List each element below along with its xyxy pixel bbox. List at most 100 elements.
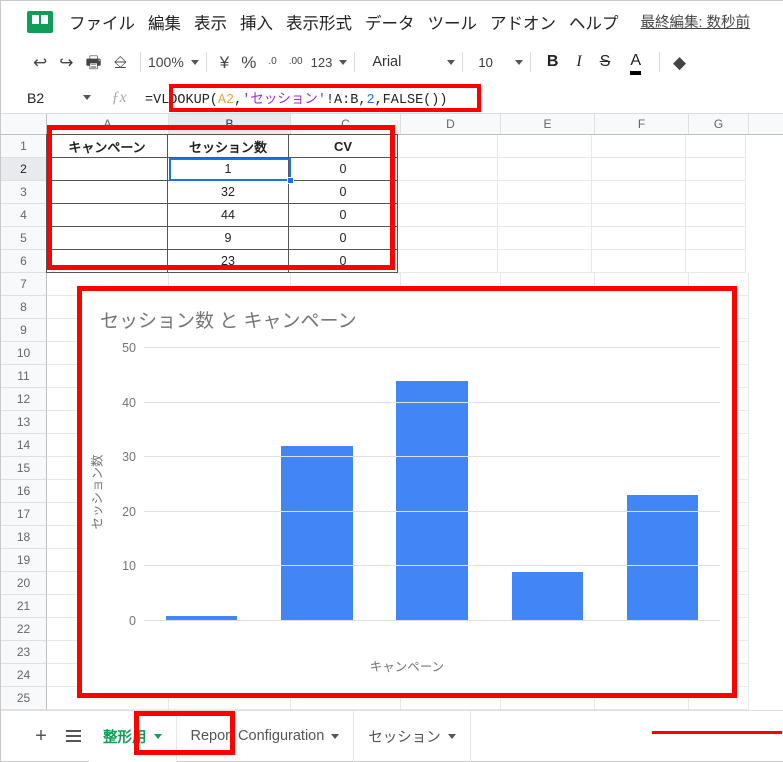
cell-E5[interactable] — [498, 227, 592, 250]
table-row[interactable]: 90 — [46, 226, 783, 250]
chart-bar[interactable] — [396, 380, 468, 621]
row-header-23[interactable]: 23 — [1, 641, 47, 664]
row-header-5[interactable]: 5 — [1, 227, 47, 250]
menu-item-addons[interactable]: アドオン — [490, 10, 556, 34]
row-header-20[interactable]: 20 — [1, 572, 47, 595]
italic-button[interactable]: I — [576, 53, 581, 71]
row-header-17[interactable]: 17 — [1, 503, 47, 526]
cell-D1[interactable] — [398, 135, 498, 158]
cell-E1[interactable] — [498, 135, 592, 158]
cell-A6[interactable] — [46, 249, 168, 273]
row-header-10[interactable]: 10 — [1, 342, 47, 365]
cell-F3[interactable] — [592, 181, 686, 204]
cell-F6[interactable] — [592, 250, 686, 273]
menu-item-view[interactable]: 表示 — [194, 10, 227, 34]
chevron-down-icon[interactable] — [447, 59, 456, 65]
cell-D2[interactable] — [398, 158, 498, 181]
percent-format-button[interactable]: % — [241, 54, 256, 71]
cell-C1[interactable]: CV — [288, 134, 398, 158]
cell-G6[interactable] — [686, 250, 746, 273]
column-header-e[interactable]: E — [501, 114, 595, 134]
fill-handle[interactable] — [287, 177, 294, 184]
paint-format-icon[interactable]: ⎒ — [114, 54, 127, 71]
chart-bar[interactable] — [511, 571, 583, 621]
row-header-11[interactable]: 11 — [1, 365, 47, 388]
table-row[interactable]: 10 — [46, 157, 783, 181]
cell-C5[interactable]: 0 — [288, 226, 398, 250]
all-sheets-icon[interactable] — [57, 726, 89, 746]
cell-B3[interactable]: 32 — [167, 180, 289, 204]
cell-C2[interactable]: 0 — [288, 157, 398, 181]
menu-item-edit[interactable]: 編集 — [148, 10, 181, 34]
cell-D4[interactable] — [398, 204, 498, 227]
chart-bar[interactable] — [626, 495, 699, 621]
fill-color-icon[interactable]: ◆ — [673, 54, 686, 71]
column-header-f[interactable]: F — [595, 114, 689, 134]
strikethrough-button[interactable]: S — [600, 53, 611, 71]
select-all-corner[interactable] — [1, 114, 47, 134]
cell-G1[interactable] — [686, 135, 746, 158]
bar-chart[interactable]: セッション数 と キャンペーン セッション数 0 10 20 30 40 50 キャンペー… — [82, 291, 732, 693]
cell-G3[interactable] — [686, 181, 746, 204]
menu-item-insert[interactable]: 挿入 — [240, 10, 273, 34]
chevron-down-icon[interactable] — [514, 59, 523, 65]
cell-D5[interactable] — [398, 227, 498, 250]
cell-A5[interactable] — [46, 226, 168, 250]
cell-E2[interactable] — [498, 158, 592, 181]
cell-B4[interactable]: 44 — [167, 203, 289, 227]
undo-icon[interactable]: ↩ — [33, 54, 47, 71]
row-header-25[interactable]: 25 — [1, 687, 47, 710]
row-header-2[interactable]: 2 — [1, 158, 47, 181]
row-header-7[interactable]: 7 — [1, 273, 47, 296]
cell-G2[interactable] — [686, 158, 746, 181]
formula-input[interactable]: =VLOOKUP(A2,'セッション'!A:B,2,FALSE()) — [137, 87, 783, 108]
cell-G4[interactable] — [686, 204, 746, 227]
number-format-selector[interactable]: 123 — [311, 55, 348, 70]
menu-item-data[interactable]: データ — [365, 10, 415, 34]
row-header-1[interactable]: 1 — [1, 135, 47, 158]
text-color-button[interactable]: A — [630, 52, 641, 75]
menu-item-tools[interactable]: ツール — [428, 10, 478, 34]
row-header-8[interactable]: 8 — [1, 296, 47, 319]
sheet-tab-report-configuration[interactable]: Report Configuration — [177, 710, 355, 762]
row-header-15[interactable]: 15 — [1, 457, 47, 480]
cell-C6[interactable]: 0 — [288, 249, 398, 273]
row-header-4[interactable]: 4 — [1, 204, 47, 227]
table-row[interactable]: 23 0 — [46, 249, 783, 273]
menu-item-file[interactable]: ファイル — [69, 10, 135, 34]
chevron-down-icon[interactable] — [331, 733, 340, 739]
sheet-tab-session[interactable]: セッション — [354, 710, 471, 762]
column-header-c[interactable]: C — [291, 114, 401, 134]
row-header-6[interactable]: 6 — [1, 250, 47, 273]
cell-C4[interactable]: 0 — [288, 203, 398, 227]
cell-B5[interactable]: 9 — [167, 226, 289, 250]
menu-item-help[interactable]: ヘルプ — [569, 10, 619, 34]
font-size-selector[interactable]: 10 — [478, 55, 492, 70]
cell-C3[interactable]: 0 — [288, 180, 398, 204]
table-row[interactable]: 44 0 — [46, 203, 783, 227]
cell-E4[interactable] — [498, 204, 592, 227]
row-header-18[interactable]: 18 — [1, 526, 47, 549]
sheet-tab-seikeiyou[interactable]: 整形用 — [89, 710, 177, 762]
column-header-d[interactable]: D — [401, 114, 501, 134]
cell-B1[interactable]: セッション数 — [167, 134, 289, 158]
cell-F4[interactable] — [592, 204, 686, 227]
cell-D6[interactable] — [398, 250, 498, 273]
font-family-selector[interactable]: Arial — [372, 54, 401, 70]
cell-A3[interactable] — [46, 180, 168, 204]
cell-B6[interactable]: 23 — [167, 249, 289, 273]
row-header-9[interactable]: 9 — [1, 319, 47, 342]
cell-E3[interactable] — [498, 181, 592, 204]
row-header-16[interactable]: 16 — [1, 480, 47, 503]
column-header-g[interactable]: G — [689, 114, 749, 134]
print-icon[interactable]: 🖶 — [86, 54, 102, 71]
column-header-b[interactable]: B — [169, 114, 291, 134]
cell-B2[interactable]: 1 — [167, 157, 289, 181]
increase-decimal-button[interactable]: .00 — [289, 57, 303, 67]
row-header-3[interactable]: 3 — [1, 181, 47, 204]
chevron-down-icon[interactable] — [153, 733, 162, 739]
cell-D3[interactable] — [398, 181, 498, 204]
cell-F2[interactable] — [592, 158, 686, 181]
add-sheet-button[interactable]: + — [25, 726, 57, 746]
decrease-decimal-button[interactable]: .0 — [268, 57, 276, 67]
